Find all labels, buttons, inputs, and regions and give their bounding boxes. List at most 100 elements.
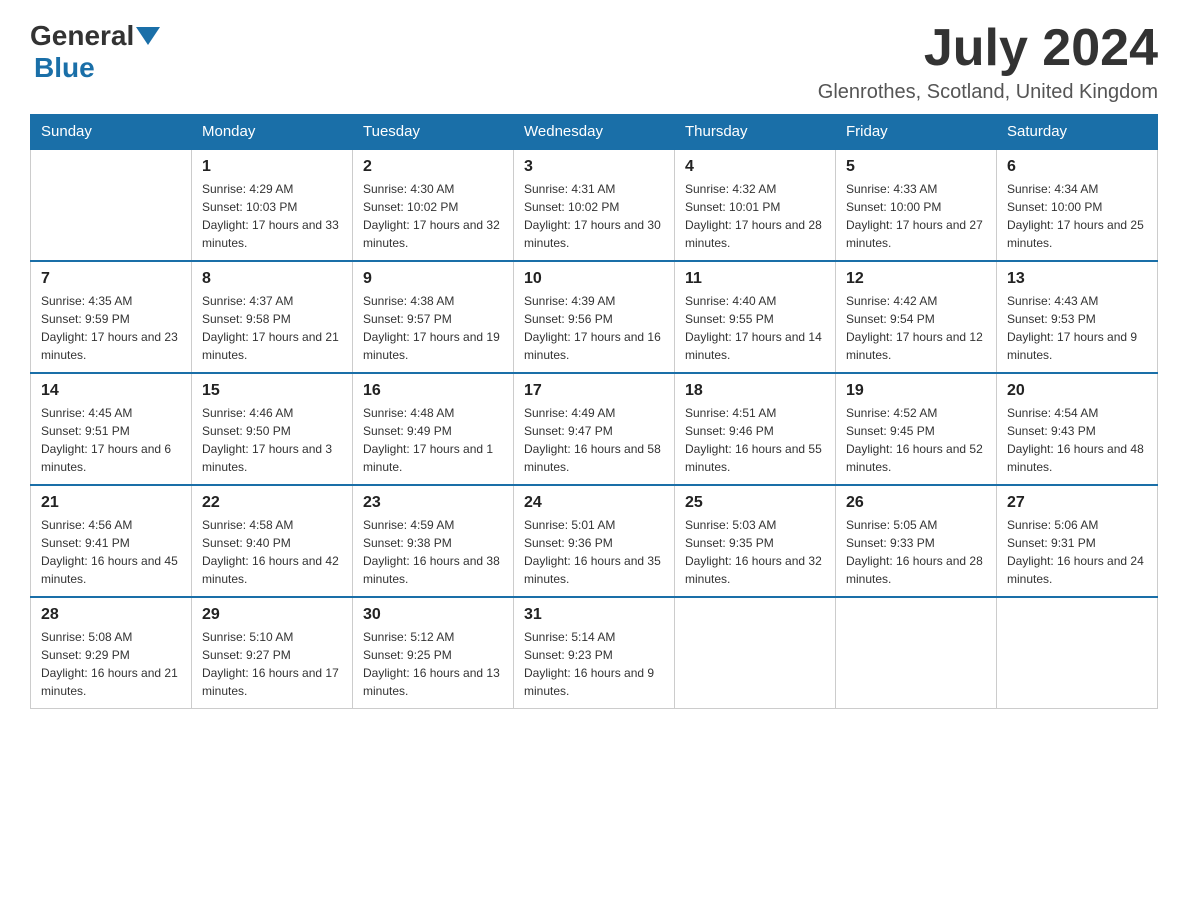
day-number: 12 <box>846 270 986 288</box>
day-of-week-header: Sunday <box>31 115 192 150</box>
day-detail: Sunrise: 5:14 AMSunset: 9:23 PMDaylight:… <box>524 628 664 700</box>
calendar-day-cell: 8 Sunrise: 4:37 AMSunset: 9:58 PMDaylight… <box>192 261 353 373</box>
calendar-week-row: 7 Sunrise: 4:35 AMSunset: 9:59 PMDaylight… <box>31 261 1158 373</box>
calendar-day-cell: 1 Sunrise: 4:29 AMSunset: 10:03 PMDayligh… <box>192 149 353 261</box>
day-number: 4 <box>685 158 825 176</box>
day-detail: Sunrise: 4:33 AMSunset: 10:00 PMDaylight… <box>846 180 986 252</box>
calendar-day-cell: 11 Sunrise: 4:40 AMSunset: 9:55 PMDayligh… <box>675 261 836 373</box>
calendar-day-cell: 21 Sunrise: 4:56 AMSunset: 9:41 PMDayligh… <box>31 485 192 597</box>
calendar-day-cell: 13Sunrise: 4:43 AMSunset: 9:53 PMDayligh… <box>997 261 1158 373</box>
day-number: 19 <box>846 382 986 400</box>
day-detail: Sunrise: 4:34 AMSunset: 10:00 PMDaylight… <box>1007 180 1147 252</box>
calendar-day-cell: 18 Sunrise: 4:51 AMSunset: 9:46 PMDayligh… <box>675 373 836 485</box>
calendar-day-cell: 5 Sunrise: 4:33 AMSunset: 10:00 PMDayligh… <box>836 149 997 261</box>
page-header: General Blue July 2024 Glenrothes, Scotl… <box>30 20 1158 104</box>
day-detail: Sunrise: 5:08 AMSunset: 9:29 PMDaylight:… <box>41 628 181 700</box>
calendar-day-cell: 19 Sunrise: 4:52 AMSunset: 9:45 PMDayligh… <box>836 373 997 485</box>
day-detail: Sunrise: 4:49 AMSunset: 9:47 PMDaylight:… <box>524 404 664 476</box>
day-detail: Sunrise: 4:45 AMSunset: 9:51 PMDaylight:… <box>41 404 181 476</box>
day-number: 31 <box>524 606 664 624</box>
day-of-week-header: Thursday <box>675 115 836 150</box>
day-number: 11 <box>685 270 825 288</box>
day-detail: Sunrise: 4:32 AMSunset: 10:01 PMDaylight… <box>685 180 825 252</box>
calendar-table: SundayMondayTuesdayWednesdayThursdayFrid… <box>30 114 1158 709</box>
title-block: July 2024 Glenrothes, Scotland, United K… <box>818 20 1158 104</box>
calendar-day-cell: 27 Sunrise: 5:06 AMSunset: 9:31 PMDayligh… <box>997 485 1158 597</box>
calendar-day-cell: 26Sunrise: 5:05 AMSunset: 9:33 PMDayligh… <box>836 485 997 597</box>
calendar-day-cell <box>997 597 1158 709</box>
calendar-day-cell: 12Sunrise: 4:42 AMSunset: 9:54 PMDayligh… <box>836 261 997 373</box>
day-detail: Sunrise: 4:56 AMSunset: 9:41 PMDaylight:… <box>41 516 181 588</box>
calendar-day-cell: 20 Sunrise: 4:54 AMSunset: 9:43 PMDayligh… <box>997 373 1158 485</box>
day-detail: Sunrise: 5:10 AMSunset: 9:27 PMDaylight:… <box>202 628 342 700</box>
calendar-day-cell: 28 Sunrise: 5:08 AMSunset: 9:29 PMDayligh… <box>31 597 192 709</box>
calendar-day-cell <box>31 149 192 261</box>
day-number: 20 <box>1007 382 1147 400</box>
day-of-week-header: Friday <box>836 115 997 150</box>
day-number: 22 <box>202 494 342 512</box>
calendar-week-row: 14 Sunrise: 4:45 AMSunset: 9:51 PMDayligh… <box>31 373 1158 485</box>
calendar-day-cell: 29 Sunrise: 5:10 AMSunset: 9:27 PMDayligh… <box>192 597 353 709</box>
calendar-day-cell: 7 Sunrise: 4:35 AMSunset: 9:59 PMDaylight… <box>31 261 192 373</box>
logo-blue-text: Blue <box>34 52 95 83</box>
day-detail: Sunrise: 4:31 AMSunset: 10:02 PMDaylight… <box>524 180 664 252</box>
calendar-day-cell: 25Sunrise: 5:03 AMSunset: 9:35 PMDayligh… <box>675 485 836 597</box>
day-number: 25 <box>685 494 825 512</box>
day-detail: Sunrise: 4:40 AMSunset: 9:55 PMDaylight:… <box>685 292 825 364</box>
day-detail: Sunrise: 4:51 AMSunset: 9:46 PMDaylight:… <box>685 404 825 476</box>
day-number: 27 <box>1007 494 1147 512</box>
day-number: 21 <box>41 494 181 512</box>
calendar-day-cell <box>836 597 997 709</box>
calendar-day-cell: 10Sunrise: 4:39 AMSunset: 9:56 PMDayligh… <box>514 261 675 373</box>
logo-general-text: General <box>30 20 134 52</box>
day-number: 3 <box>524 158 664 176</box>
calendar-day-cell: 23Sunrise: 4:59 AMSunset: 9:38 PMDayligh… <box>353 485 514 597</box>
day-number: 29 <box>202 606 342 624</box>
day-number: 6 <box>1007 158 1147 176</box>
day-detail: Sunrise: 4:35 AMSunset: 9:59 PMDaylight:… <box>41 292 181 364</box>
day-number: 10 <box>524 270 664 288</box>
day-detail: Sunrise: 5:06 AMSunset: 9:31 PMDaylight:… <box>1007 516 1147 588</box>
day-number: 2 <box>363 158 503 176</box>
day-number: 17 <box>524 382 664 400</box>
calendar-week-row: 21 Sunrise: 4:56 AMSunset: 9:41 PMDayligh… <box>31 485 1158 597</box>
calendar-day-cell <box>675 597 836 709</box>
calendar-week-row: 1 Sunrise: 4:29 AMSunset: 10:03 PMDayligh… <box>31 149 1158 261</box>
day-number: 13 <box>1007 270 1147 288</box>
calendar-day-cell: 16 Sunrise: 4:48 AMSunset: 9:49 PMDayligh… <box>353 373 514 485</box>
month-title: July 2024 <box>818 20 1158 77</box>
day-number: 7 <box>41 270 181 288</box>
calendar-header-row: SundayMondayTuesdayWednesdayThursdayFrid… <box>31 115 1158 150</box>
calendar-day-cell: 4 Sunrise: 4:32 AMSunset: 10:01 PMDayligh… <box>675 149 836 261</box>
day-detail: Sunrise: 5:12 AMSunset: 9:25 PMDaylight:… <box>363 628 503 700</box>
calendar-day-cell: 9Sunrise: 4:38 AMSunset: 9:57 PMDaylight… <box>353 261 514 373</box>
day-number: 18 <box>685 382 825 400</box>
calendar-day-cell: 24Sunrise: 5:01 AMSunset: 9:36 PMDayligh… <box>514 485 675 597</box>
calendar-day-cell: 30Sunrise: 5:12 AMSunset: 9:25 PMDayligh… <box>353 597 514 709</box>
day-detail: Sunrise: 4:29 AMSunset: 10:03 PMDaylight… <box>202 180 342 252</box>
day-detail: Sunrise: 4:30 AMSunset: 10:02 PMDaylight… <box>363 180 503 252</box>
logo: General Blue <box>30 20 162 84</box>
calendar-day-cell: 3 Sunrise: 4:31 AMSunset: 10:02 PMDayligh… <box>514 149 675 261</box>
day-number: 14 <box>41 382 181 400</box>
day-detail: Sunrise: 4:38 AMSunset: 9:57 PMDaylight:… <box>363 292 503 364</box>
calendar-day-cell: 14 Sunrise: 4:45 AMSunset: 9:51 PMDayligh… <box>31 373 192 485</box>
calendar-day-cell: 15Sunrise: 4:46 AMSunset: 9:50 PMDayligh… <box>192 373 353 485</box>
day-number: 26 <box>846 494 986 512</box>
logo-triangle-icon <box>136 27 160 45</box>
day-number: 1 <box>202 158 342 176</box>
calendar-day-cell: 31 Sunrise: 5:14 AMSunset: 9:23 PMDayligh… <box>514 597 675 709</box>
day-detail: Sunrise: 5:01 AMSunset: 9:36 PMDaylight:… <box>524 516 664 588</box>
day-detail: Sunrise: 4:37 AMSunset: 9:58 PMDaylight:… <box>202 292 342 364</box>
day-detail: Sunrise: 4:52 AMSunset: 9:45 PMDaylight:… <box>846 404 986 476</box>
day-detail: Sunrise: 4:48 AMSunset: 9:49 PMDaylight:… <box>363 404 503 476</box>
calendar-week-row: 28 Sunrise: 5:08 AMSunset: 9:29 PMDayligh… <box>31 597 1158 709</box>
day-number: 28 <box>41 606 181 624</box>
day-number: 16 <box>363 382 503 400</box>
day-number: 5 <box>846 158 986 176</box>
location-text: Glenrothes, Scotland, United Kingdom <box>818 81 1158 104</box>
day-detail: Sunrise: 4:54 AMSunset: 9:43 PMDaylight:… <box>1007 404 1147 476</box>
day-number: 15 <box>202 382 342 400</box>
day-of-week-header: Tuesday <box>353 115 514 150</box>
day-number: 8 <box>202 270 342 288</box>
